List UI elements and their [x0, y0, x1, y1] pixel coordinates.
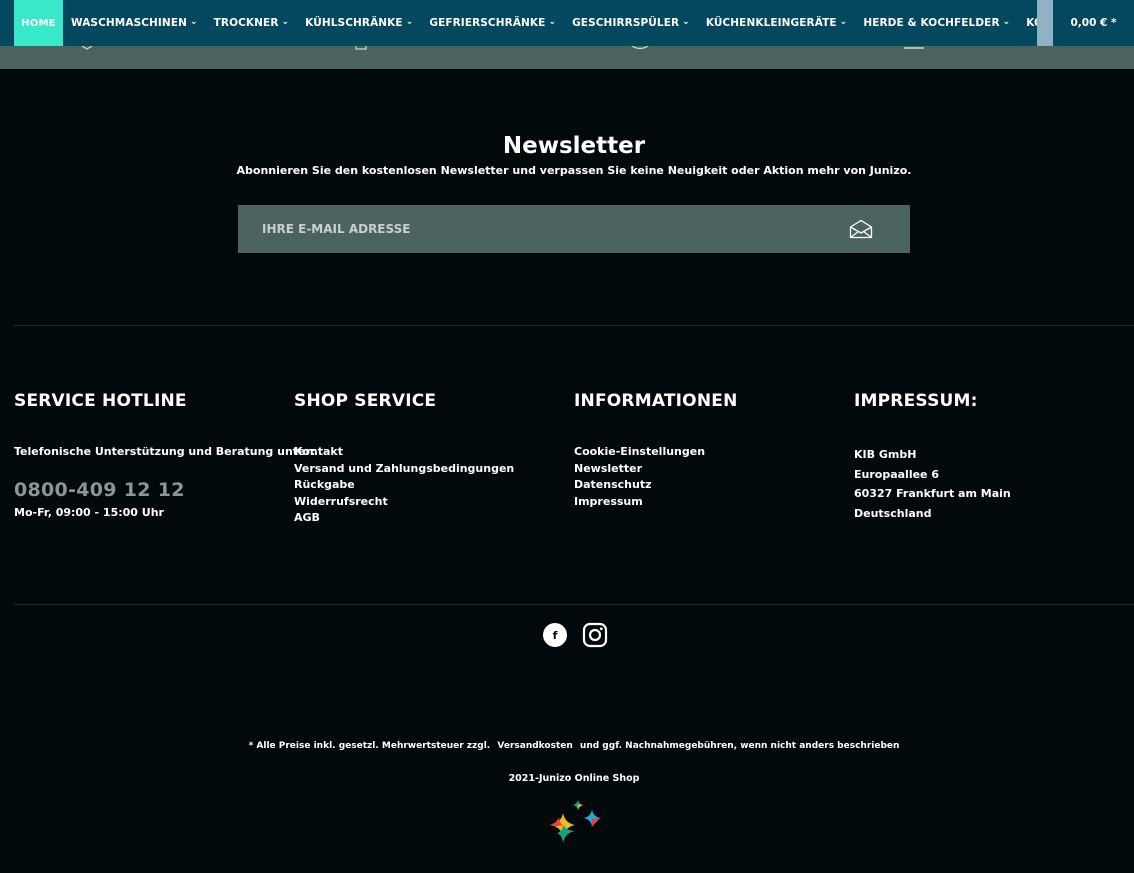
footer-link-agb[interactable]: AGB	[294, 511, 320, 524]
list-item: Widerrufsrecht	[294, 494, 514, 511]
footer-link-versand[interactable]: Versand und Zahlungsbedingungen	[294, 462, 514, 475]
address-line: Deutschland	[854, 506, 932, 520]
newsletter-form	[238, 205, 910, 253]
list-item: Cookie-Einstellungen	[574, 444, 705, 461]
nav-item-label: WASCHMASCHINEN	[71, 17, 187, 29]
facebook-icon[interactable]: f	[543, 623, 567, 647]
footer-col-impressum: IMPRESSUM: KIB GmbH Europaallee 6 60327 …	[854, 391, 1114, 520]
shop-service-links: Kontakt Versand und Zahlungsbedingungen …	[294, 444, 514, 527]
nav-item-label: KÜCHENKLEINGERÄTE	[705, 17, 837, 29]
list-item: AGB	[294, 510, 514, 527]
impressum-address: KIB GmbH Europaallee 6 60327 Frankfurt a…	[854, 445, 1011, 523]
chevron-down-icon: ⌄	[281, 17, 290, 27]
nav-item-label: TROCKNER	[213, 17, 279, 29]
footer-col-informationen: INFORMATIONEN Cookie-Einstellungen Newsl…	[574, 391, 814, 508]
nav-item-label: KÜHLSCHRÄNKE	[305, 17, 403, 29]
nav-item-label: GESCHIRRSPÜLER	[572, 17, 680, 29]
newsletter-subtitle: Abonnieren Sie den kostenlosen Newslette…	[236, 164, 912, 177]
hotline-hours: Mo-Fr, 09:00 - 15:00 Uhr	[14, 506, 164, 519]
footer-col-shop-service: SHOP SERVICE Kontakt Versand und Zahlung…	[294, 391, 534, 524]
chevron-down-icon: ⌄	[682, 17, 690, 27]
newsletter-email-input[interactable]	[238, 205, 828, 253]
list-item: Versand und Zahlungsbedingungen	[294, 461, 514, 478]
instagram-glyph-icon	[582, 622, 608, 648]
shipping-costs-link[interactable]: Versandkosten	[497, 741, 572, 751]
legal-notice: * Alle Preise inkl. gesetzl. Mehrwertste…	[0, 741, 1134, 751]
section-divider	[14, 604, 1134, 605]
newsletter-title: Newsletter	[502, 133, 646, 159]
hotline-title: SERVICE HOTLINE	[14, 391, 187, 411]
hotline-description: Telefonische Unterstützung und Beratung …	[14, 445, 316, 458]
newsletter-submit-button[interactable]	[846, 217, 876, 243]
nav-item-geschirrspueler[interactable]: GESCHIRRSPÜLER ⌄	[564, 0, 698, 46]
section-divider	[14, 325, 1134, 326]
footer-col-service-hotline: SERVICE HOTLINE Telefonische Unterstützu…	[14, 391, 315, 519]
legal-suffix: und ggf. Nachnahmegebühren, wenn nicht a…	[579, 741, 900, 751]
footer-link-newsletter[interactable]: Newsletter	[574, 462, 642, 475]
nav-item-label: HERDE & KOCHFELDER	[863, 17, 1000, 29]
informationen-links: Cookie-Einstellungen Newsletter Datensch…	[574, 444, 705, 510]
chevron-down-icon: ⌄	[548, 17, 557, 27]
instagram-icon[interactable]	[582, 622, 608, 648]
chevron-down-icon: ⌄	[405, 17, 414, 27]
footer-link-cookie-einstellungen[interactable]: Cookie-Einstellungen	[574, 445, 705, 458]
shop-service-title: SHOP SERVICE	[294, 391, 437, 411]
social-links: f	[543, 622, 608, 648]
usp-strip	[0, 46, 1134, 69]
cart-total: 0,00 € *	[1070, 17, 1117, 29]
footer-link-rueckgabe[interactable]: Rückgabe	[294, 478, 355, 491]
shield-icon	[81, 46, 93, 50]
chevron-down-icon: ⌄	[189, 17, 198, 27]
list-item: Rückgabe	[294, 477, 514, 494]
list-item: Kontakt	[294, 444, 514, 461]
nav-item-waschmaschinen[interactable]: WASCHMASCHINEN ⌄	[63, 0, 206, 46]
cart-button[interactable]: 0,00 € *	[1053, 0, 1134, 46]
facebook-glyph: f	[552, 628, 558, 642]
impressum-title: IMPRESSUM:	[854, 391, 978, 411]
nav-item-label: GEFRIERSCHRÄNKE	[429, 17, 546, 29]
address-line: 60327 Frankfurt am Main	[854, 487, 1011, 500]
nav-item-herde-kochfelder[interactable]: HERDE & KOCHFELDER ⌄	[855, 0, 1018, 46]
nav-item-trockner[interactable]: TROCKNER ⌄	[206, 0, 298, 46]
nav-item-kuechenkleingeraete[interactable]: KÜCHENKLEINGERÄTE ⌄	[698, 0, 856, 46]
nav-scroll-indicator[interactable]	[1037, 0, 1053, 46]
footer-link-widerrufsrecht[interactable]: Widerrufsrecht	[294, 495, 388, 508]
list-item: Datenschutz	[574, 477, 705, 494]
copyright: 2021-Junizo Online Shop	[508, 773, 640, 784]
junizo-logo	[549, 800, 601, 843]
footer-link-impressum[interactable]: Impressum	[574, 495, 643, 508]
footer-link-datenschutz[interactable]: Datenschutz	[574, 478, 652, 491]
truck-icon	[904, 47, 924, 49]
nav-item-home[interactable]: HOME	[14, 0, 63, 46]
list-item: Newsletter	[574, 461, 705, 478]
nav-category-list: WASCHMASCHINEN ⌄ TROCKNER ⌄ KÜHLSCHRÄNKE ⌄ …	[63, 0, 1038, 46]
nav-home-label: HOME	[21, 17, 56, 29]
chevron-down-icon: ⌄	[839, 17, 848, 27]
informationen-title: INFORMATIONEN	[574, 391, 738, 411]
nav-item-koch-backzubehoer[interactable]: KOCH- & BACKZ	[1018, 0, 1038, 46]
envelope-icon	[849, 219, 873, 238]
legal-prefix: * Alle Preise inkl. gesetzl. Mehrwertste…	[248, 741, 491, 751]
headset-icon	[631, 46, 649, 50]
list-item: Impressum	[574, 494, 705, 511]
address-line: KIB GmbH	[854, 448, 917, 461]
box-icon	[355, 46, 367, 50]
nav-item-gefrierschraenke[interactable]: GEFRIERSCHRÄNKE ⌄	[421, 0, 564, 46]
hotline-phone[interactable]: 0800-409 12 12	[14, 479, 185, 501]
nav-item-kuehlschraenke[interactable]: KÜHLSCHRÄNKE ⌄	[297, 0, 421, 46]
chevron-down-icon: ⌄	[1002, 17, 1011, 27]
main-navigation: HOME WASCHMASCHINEN ⌄ TROCKNER ⌄ KÜHLSCHRÄ…	[0, 0, 1134, 46]
address-line: Europaallee 6	[854, 467, 939, 481]
footer-link-kontakt[interactable]: Kontakt	[294, 445, 343, 458]
